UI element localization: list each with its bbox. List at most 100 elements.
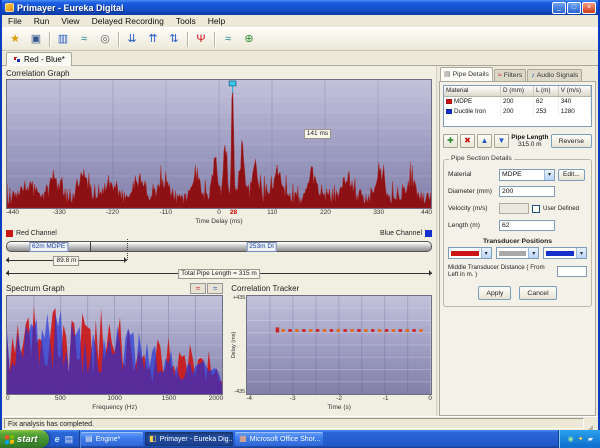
col-velocity[interactable]: V (m/s) (558, 86, 590, 96)
menu-delayed-recording[interactable]: Delayed Recording (86, 16, 170, 26)
table-row[interactable]: MDPE 200 62 340 (444, 96, 591, 106)
chevron-down-icon[interactable]: ▾ (481, 248, 491, 258)
x-tick: 440 (421, 209, 432, 216)
cancel-button[interactable]: Cancel (519, 286, 556, 300)
move-down-button[interactable]: ▼ (494, 134, 509, 148)
reverse-button[interactable]: Reverse (551, 134, 592, 148)
tray-icon-3[interactable]: ▰ (588, 435, 593, 443)
tab-filters[interactable]: ≈ Filters (494, 69, 526, 81)
wave-button[interactable]: ≈ (218, 30, 238, 49)
col-length[interactable]: L (m) (534, 86, 559, 96)
table-row[interactable]: Ductile Iron 200 253 1280 (444, 106, 591, 116)
tracker-plot[interactable] (246, 295, 432, 395)
cell-material: MDPE (454, 98, 472, 105)
left-transducer-combobox[interactable]: ▾ (448, 247, 492, 259)
spectrum-view-button[interactable]: ≈ (74, 30, 94, 49)
internet-explorer-icon[interactable]: e (55, 435, 60, 444)
web-button[interactable]: ⊕ (239, 30, 259, 49)
wave-icon: ≈ (225, 34, 231, 45)
add-section-button[interactable]: ✚ (443, 134, 458, 148)
peak-axis-value: 28 (230, 209, 237, 216)
velocity-label: Velocity (m/s) (448, 205, 496, 212)
download-button[interactable]: ⇊ (122, 30, 142, 49)
material-swatch (446, 109, 452, 114)
graphs-column: Correlation Graph 141 ms -440 -330 -220 … (2, 66, 436, 416)
menu-view[interactable]: View (55, 16, 85, 26)
correlation-plot[interactable]: 141 ms (6, 79, 432, 209)
middle-transducer-label: Middle Transducer Distance ( From Left i… (448, 264, 554, 278)
transfer-button[interactable]: ⇅ (164, 30, 184, 49)
red-channel-label: Red Channel (16, 230, 57, 237)
diameter-field[interactable] (499, 186, 555, 197)
table-header-row: Material D (mm) L (m) V (m/s) (444, 86, 591, 96)
blue-transducer-swatch (546, 251, 574, 256)
taskbar-item-primayer[interactable]: ◧ Primayer - Eureka Dig... (145, 432, 233, 446)
move-up-button[interactable]: ▲ (477, 134, 492, 148)
new-session-button[interactable]: ★ (5, 30, 25, 49)
menu-tools[interactable]: Tools (170, 16, 202, 26)
minimize-button[interactable]: _ (552, 2, 566, 14)
close-button[interactable]: × (582, 2, 596, 14)
upload-button[interactable]: ⇈ (143, 30, 163, 49)
antenna-button[interactable]: Ψ (191, 30, 211, 49)
taskbar-item-engine[interactable]: ▤ Engine* (81, 432, 143, 446)
menu-run[interactable]: Run (28, 16, 56, 26)
menu-help[interactable]: Help (202, 16, 231, 26)
leak-distance-label: 89.8 m (54, 256, 80, 266)
correlation-view-button[interactable]: ▥ (53, 30, 73, 49)
taskbar: start e ▤ ▤ Engine* ◧ Primayer - Eureka … (0, 430, 600, 448)
middle-transducer-combobox[interactable]: ▾ (496, 247, 540, 259)
middle-transducer-field[interactable] (557, 266, 587, 277)
apply-button[interactable]: Apply (478, 286, 511, 300)
right-transducer-combobox[interactable]: ▾ (543, 247, 587, 259)
tray-icon-1[interactable]: ◉ (568, 435, 574, 443)
delete-section-button[interactable]: ✖ (460, 134, 475, 148)
chevron-down-icon[interactable]: ▾ (528, 248, 538, 258)
taskbar-item-office[interactable]: ▦ Microsoft Office Shor... (235, 432, 323, 446)
material-value: MDPE (500, 171, 544, 178)
tab-label: Audio Signals (537, 72, 579, 79)
tab-red-blue[interactable]: Red - Blue* (6, 52, 72, 66)
col-material[interactable]: Material (444, 86, 500, 96)
document-icon: ▤ (85, 435, 93, 443)
show-desktop-icon[interactable]: ▤ (65, 435, 74, 444)
tab-pipe-details[interactable]: ▤ Pipe Details (440, 67, 493, 81)
x-tick: -3 (290, 395, 296, 402)
user-defined-checkbox[interactable] (532, 205, 540, 213)
chevron-down-icon[interactable]: ▾ (576, 248, 586, 258)
tab-audio-signals[interactable]: ♪ Audio Signals (527, 69, 582, 81)
save-button[interactable]: ▣ (26, 30, 46, 49)
blue-wave-toggle[interactable]: ≈ (207, 283, 223, 294)
x-tick: 500 (55, 395, 66, 402)
col-diameter[interactable]: D (mm) (500, 86, 533, 96)
maximize-button[interactable]: □ (567, 2, 581, 14)
length-field[interactable] (499, 220, 555, 231)
resize-grip[interactable] (586, 418, 596, 429)
minimize-icon: _ (557, 4, 561, 11)
channel-row: Red Channel Blue Channel (6, 227, 432, 239)
delete-icon: ✖ (464, 137, 471, 145)
tray-icon-2[interactable]: ✦ (578, 435, 584, 443)
pipe-diagram: 62m MDPE 253m DI (6, 240, 432, 254)
section-title: Pipe Section Details (449, 155, 514, 162)
length-label: Length (m) (448, 222, 496, 229)
tracker-x-label: Time (s) (246, 404, 432, 413)
transducer-positions-title: Transducer Positions (448, 238, 587, 245)
correlation-graph-title: Correlation Graph (6, 68, 432, 79)
material-combobox[interactable]: MDPE ▾ (499, 169, 555, 181)
x-tick: 330 (373, 209, 384, 216)
red-wave-toggle[interactable]: ≈ (190, 283, 206, 294)
menu-file[interactable]: File (2, 16, 28, 26)
chevron-down-icon[interactable]: ▾ (544, 170, 554, 180)
correlation-plot-canvas (7, 80, 431, 208)
spectrum-x-axis: 0 500 1000 1500 2000 (6, 395, 223, 404)
edit-material-button[interactable]: Edit... (558, 169, 585, 181)
menubar: File Run View Delayed Recording Tools He… (2, 15, 598, 28)
red-blue-icon (13, 56, 21, 63)
move-down-icon: ▼ (498, 137, 506, 145)
spectrum-plot[interactable] (6, 295, 223, 395)
start-button[interactable]: start (0, 430, 49, 448)
zoom-button[interactable]: ◎ (95, 30, 115, 49)
tracker-title: Correlation Tracker (231, 283, 299, 294)
red-wave-icon: ≈ (196, 285, 200, 293)
